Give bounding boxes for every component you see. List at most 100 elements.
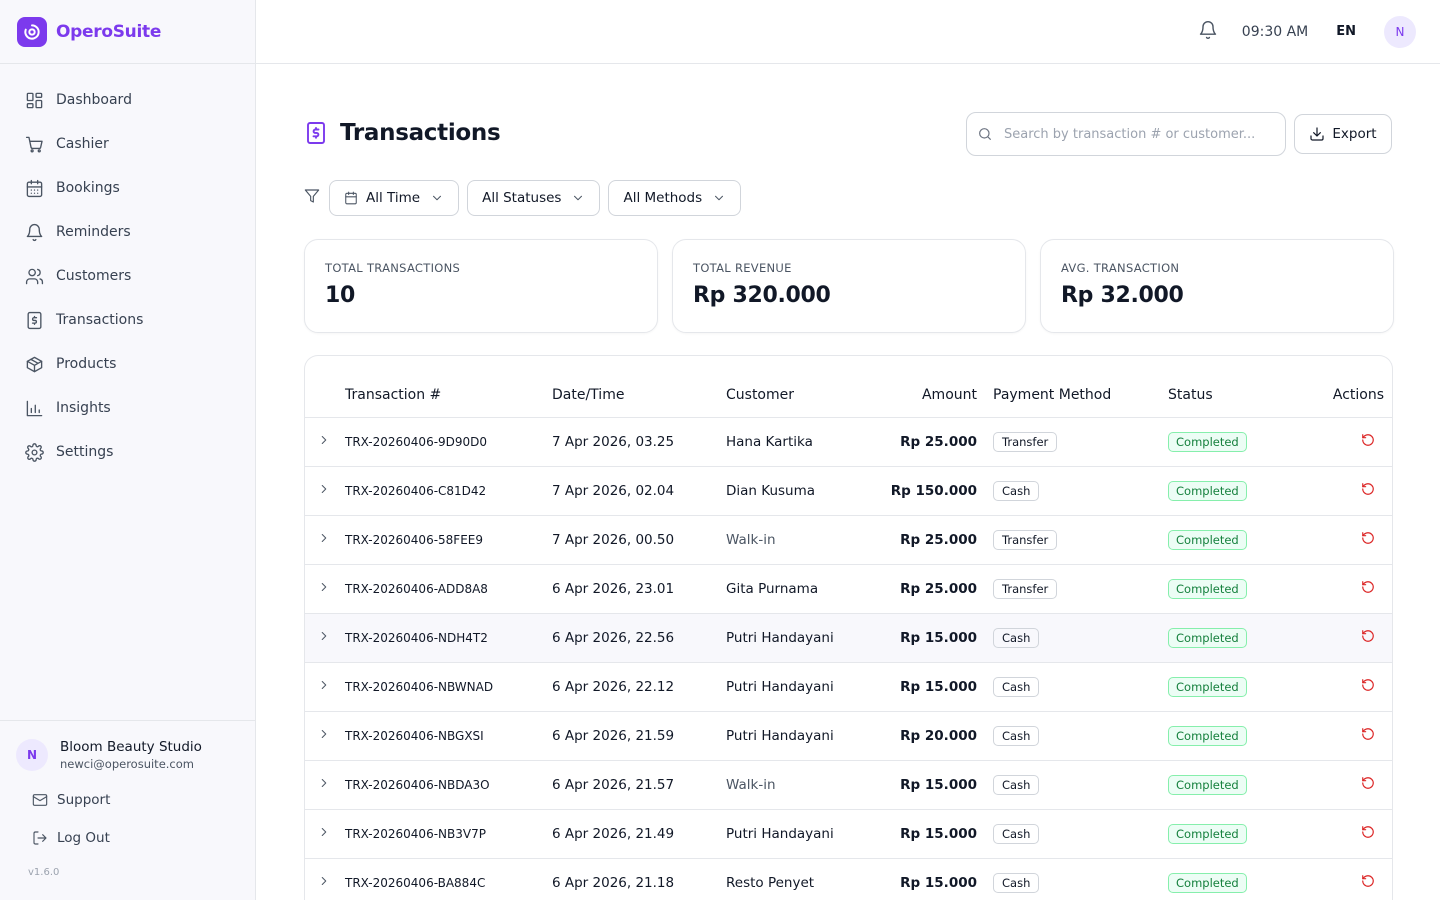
transaction-id[interactable]: TRX-20260406-58FEE9 [345,515,552,565]
table-row[interactable]: TRX-20260406-58FEE9 7 Apr 2026, 00.50 Walk… [305,515,1392,565]
payment-method-cell: Cash [993,858,1168,900]
status-badge: Completed [1168,725,1247,746]
gear-icon [24,442,44,462]
time-filter-dropdown[interactable]: All Time [329,180,460,216]
payment-method-badge: Cash [993,676,1040,697]
transaction-id[interactable]: TRX-20260406-NBGXSI [345,711,552,761]
table-row[interactable]: TRX-20260406-NBDA3O 6 Apr 2026, 21.57 Walk… [305,760,1392,810]
sidebar-item-reminders[interactable]: Reminders [0,210,255,254]
expand-row-button[interactable] [305,809,345,859]
column-header-amount[interactable]: Amount [876,356,993,418]
main-content: Transactions Export All Time All Statuse… [304,64,1394,900]
refund-button[interactable] [1298,417,1392,467]
refund-button[interactable] [1298,564,1392,614]
payment-method-badge: Transfer [993,431,1058,452]
page-title: Transactions [340,120,501,146]
sidebar-item-cashier[interactable]: Cashier [0,122,255,166]
sidebar-item-products[interactable]: Products [0,342,255,386]
table-row[interactable]: TRX-20260406-9D90D0 7 Apr 2026, 03.25 Hana… [305,417,1392,467]
refund-button[interactable] [1298,613,1392,663]
brand[interactable]: OperoSuite [0,0,255,64]
column-header-customer[interactable]: Customer [726,356,876,418]
support-link[interactable]: Support [0,781,255,819]
profile-avatar[interactable]: N [1384,15,1416,48]
brand-name: OperoSuite [56,21,162,42]
table-row[interactable]: TRX-20260406-NBWNAD 6 Apr 2026, 22.12 Putr… [305,662,1392,712]
logout-label: Log Out [57,830,110,846]
status-cell: Completed [1168,613,1298,663]
transaction-date: 7 Apr 2026, 00.50 [552,515,726,565]
table-row[interactable]: TRX-20260406-ADD8A8 6 Apr 2026, 23.01 Gita… [305,564,1392,614]
sidebar-item-settings[interactable]: Settings [0,430,255,474]
expand-row-button[interactable] [305,760,345,810]
expand-row-button[interactable] [305,564,345,614]
support-label: Support [57,792,111,808]
customer-name: Walk-in [726,760,876,810]
refund-button[interactable] [1298,858,1392,900]
transaction-id[interactable]: TRX-20260406-BA884C [345,858,552,900]
refund-button[interactable] [1298,662,1392,712]
logout-link[interactable]: Log Out [0,819,255,857]
method-filter-dropdown[interactable]: All Methods [608,180,742,216]
column-header-transaction[interactable]: Transaction # [345,356,552,418]
language-switcher[interactable]: EN [1336,24,1356,39]
export-button[interactable]: Export [1294,114,1392,154]
expand-row-button[interactable] [305,466,345,516]
column-header-payment-method[interactable]: Payment Method [993,356,1168,418]
sidebar-item-insights[interactable]: Insights [0,386,255,430]
column-header-date[interactable]: Date/Time [552,356,726,418]
payment-method-cell: Cash [993,466,1168,516]
refund-button[interactable] [1298,809,1392,859]
customer-name: Walk-in [726,515,876,565]
refund-button[interactable] [1298,711,1392,761]
transaction-id[interactable]: TRX-20260406-ADD8A8 [345,564,552,614]
user-profile[interactable]: N Bloom Beauty Studio newci@operosuite.c… [0,721,255,771]
expand-row-button[interactable] [305,417,345,467]
transaction-id[interactable]: TRX-20260406-NBDA3O [345,760,552,810]
chevron-right-icon [321,778,327,787]
table-row[interactable]: TRX-20260406-BA884C 6 Apr 2026, 21.18 Rest… [305,858,1392,900]
status-cell: Completed [1168,809,1298,859]
payment-method-cell: Cash [993,809,1168,859]
status-cell: Completed [1168,564,1298,614]
refund-button[interactable] [1298,466,1392,516]
payment-method-badge: Cash [993,872,1040,893]
notification-bell-icon[interactable] [1198,20,1218,44]
payment-method-cell: Cash [993,662,1168,712]
app-version: v1.6.0 [28,867,60,878]
transaction-id[interactable]: TRX-20260406-NDH4T2 [345,613,552,663]
table-row[interactable]: TRX-20260406-NDH4T2 6 Apr 2026, 22.56 Putr… [305,613,1392,663]
refund-icon [1362,678,1374,691]
refund-button[interactable] [1298,515,1392,565]
receipt-icon [307,122,325,144]
sidebar-item-dashboard[interactable]: Dashboard [0,78,255,122]
transaction-id[interactable]: TRX-20260406-NB3V7P [345,809,552,859]
customer-name: Resto Penyet [726,858,876,900]
transaction-id[interactable]: TRX-20260406-9D90D0 [345,417,552,467]
transaction-id[interactable]: TRX-20260406-C81D42 [345,466,552,516]
transaction-id[interactable]: TRX-20260406-NBWNAD [345,662,552,712]
sidebar-item-bookings[interactable]: Bookings [0,166,255,210]
chevron-right-icon [321,827,327,836]
sidebar-item-customers[interactable]: Customers [0,254,255,298]
table-row[interactable]: TRX-20260406-NB3V7P 6 Apr 2026, 21.49 Putr… [305,809,1392,859]
sidebar-item-transactions[interactable]: Transactions [0,298,255,342]
table-row[interactable]: TRX-20260406-NBGXSI 6 Apr 2026, 21.59 Putr… [305,711,1392,761]
search-input[interactable] [1004,126,1264,142]
expand-row-button[interactable] [305,613,345,663]
search-icon [979,128,991,140]
table-row[interactable]: TRX-20260406-C81D42 7 Apr 2026, 02.04 Dian… [305,466,1392,516]
sidebar-item-label: Bookings [56,180,120,196]
payment-method-cell: Transfer [993,515,1168,565]
expand-row-button[interactable] [305,515,345,565]
status-filter-dropdown[interactable]: All Statuses [467,180,601,216]
refund-button[interactable] [1298,760,1392,810]
payment-method-badge: Cash [993,774,1040,795]
expand-row-button[interactable] [305,711,345,761]
status-badge: Completed [1168,627,1247,648]
column-header-status[interactable]: Status [1168,356,1298,418]
chevron-right-icon [321,484,327,493]
status-cell: Completed [1168,760,1298,810]
expand-row-button[interactable] [305,662,345,712]
expand-row-button[interactable] [305,858,345,900]
